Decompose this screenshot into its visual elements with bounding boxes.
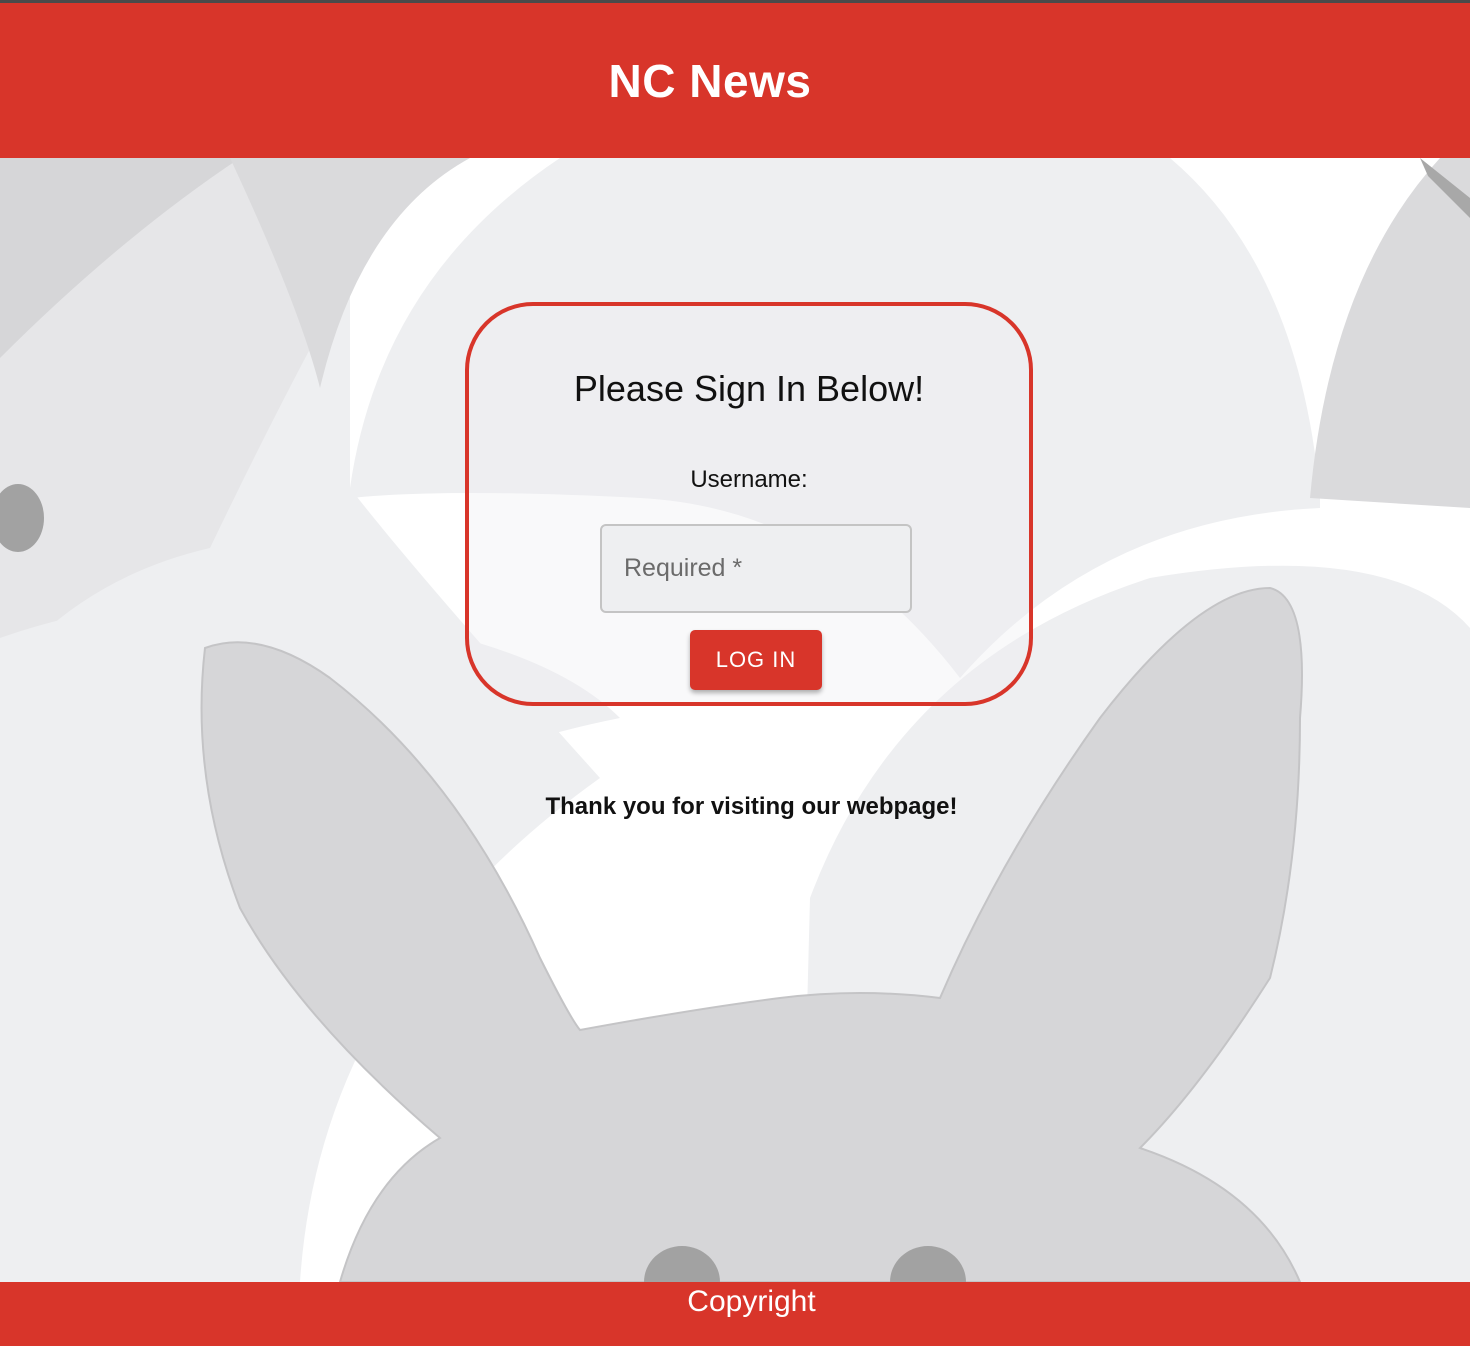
- thank-you-message: Thank you for visiting our webpage!: [545, 793, 958, 820]
- app-title: NC News: [608, 54, 812, 107]
- username-field: [600, 524, 912, 613]
- app-footer: Copyright: [0, 1282, 1470, 1346]
- app-header: NC News: [0, 3, 1470, 158]
- login-button[interactable]: LOG IN: [690, 630, 822, 690]
- username-input[interactable]: [602, 526, 910, 611]
- login-heading: Please Sign In Below!: [573, 368, 925, 409]
- copyright-text: Copyright: [687, 1285, 816, 1318]
- login-card: Please Sign In Below! Username: LOG IN: [465, 302, 1033, 706]
- username-label: Username:: [690, 466, 808, 493]
